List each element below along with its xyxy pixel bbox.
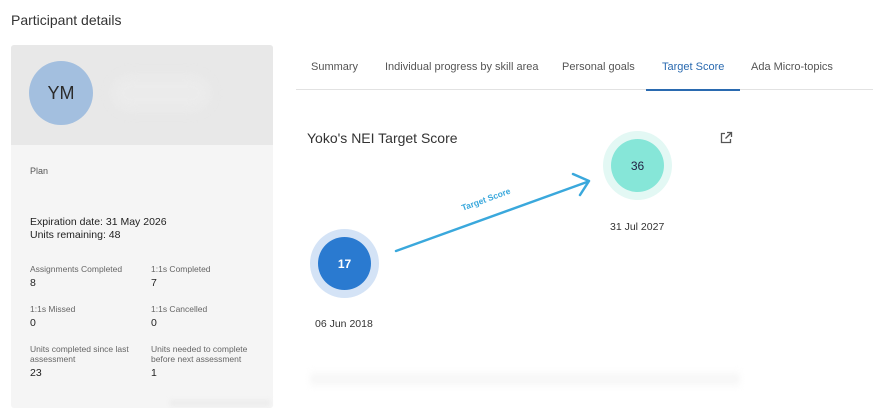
arrow-label: Target Score [460,186,512,213]
target-date: 31 Jul 2027 [610,221,665,233]
panel-fade [310,368,740,390]
start-score: 17 [318,237,371,290]
start-date: 06 Jun 2018 [315,318,373,330]
target-score-arrow: Target Score [394,172,591,253]
target-score: 36 [611,139,664,192]
